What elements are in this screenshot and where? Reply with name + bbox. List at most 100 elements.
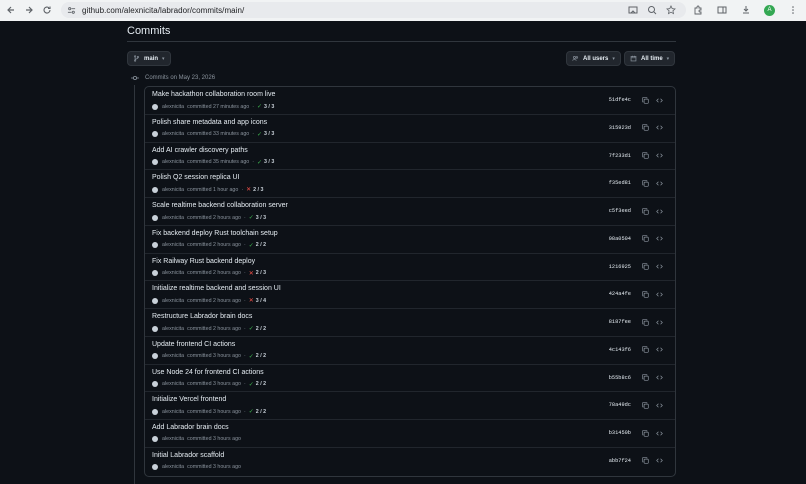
browse-code-icon[interactable] [654, 345, 664, 355]
checks-status[interactable]: ✓ 2 / 2 [249, 325, 266, 333]
author-avatar[interactable] [152, 131, 158, 138]
author-name[interactable]: alexnicita [162, 104, 184, 110]
checks-status[interactable]: ✓ 2 / 2 [249, 381, 266, 388]
commit-sha-link[interactable]: 8187fee [609, 319, 631, 325]
copy-icon[interactable] [640, 151, 650, 161]
commit-sha-link[interactable]: f35ed81 [609, 180, 631, 186]
author-name[interactable]: alexnicita [162, 409, 184, 415]
author-avatar[interactable] [152, 103, 158, 110]
side-panel-icon[interactable] [716, 3, 728, 17]
author-name[interactable]: alexnicita [162, 298, 184, 304]
commit-sha-link[interactable]: b55b8c6 [609, 375, 631, 381]
author-avatar[interactable] [152, 270, 158, 276]
copy-icon[interactable] [640, 178, 650, 188]
commit-sha-link[interactable]: 1216925 [609, 264, 631, 270]
checks-status[interactable]: ✓ 3 / 3 [257, 159, 274, 166]
author-name[interactable]: alexnicita [162, 159, 184, 165]
checks-status[interactable]: ✓ 2 / 2 [249, 408, 266, 416]
users-filter-button[interactable]: All users ▾ [566, 51, 621, 66]
checks-status[interactable]: ✓ 3 / 3 [257, 131, 274, 138]
author-avatar[interactable] [152, 463, 158, 470]
copy-icon[interactable] [640, 95, 650, 105]
checks-status[interactable]: ✕ 2 / 3 [246, 186, 263, 194]
author-name[interactable]: alexnicita [162, 242, 184, 248]
browse-code-icon[interactable] [654, 234, 664, 244]
bookmark-star-icon[interactable] [666, 4, 676, 15]
author-name[interactable]: alexnicita [162, 436, 184, 442]
commit-title-link[interactable]: Restructure Labrador brain docs [152, 313, 252, 320]
browse-code-icon[interactable] [654, 151, 664, 161]
commit-sha-link[interactable]: b31450b [609, 430, 631, 436]
browse-code-icon[interactable] [654, 373, 664, 383]
author-name[interactable]: alexnicita [162, 131, 184, 137]
commit-sha-link[interactable]: 4c143f6 [609, 347, 631, 353]
checks-status[interactable]: ✕ 3 / 4 [249, 297, 266, 305]
copy-icon[interactable] [640, 206, 650, 216]
author-avatar[interactable] [152, 353, 158, 360]
browse-code-icon[interactable] [654, 262, 664, 272]
commit-sha-link[interactable]: 51dfe4c [609, 97, 631, 103]
commit-title-link[interactable]: Initialize Vercel frontend [152, 396, 226, 403]
commit-title-link[interactable]: Add Labrador brain docs [152, 424, 229, 431]
checks-status[interactable]: ✓ 2 / 2 [249, 242, 266, 249]
copy-icon[interactable] [640, 428, 650, 438]
author-name[interactable]: alexnicita [162, 215, 184, 221]
commit-sha-link[interactable]: 08a0504 [609, 236, 631, 242]
commit-title-link[interactable]: Fix Railway Rust backend deploy [152, 258, 255, 265]
copy-icon[interactable] [640, 234, 650, 244]
author-avatar[interactable] [152, 159, 158, 165]
commit-sha-link[interactable]: 424a4fe [609, 291, 631, 297]
author-avatar[interactable] [152, 242, 158, 249]
author-avatar[interactable] [152, 408, 158, 415]
time-filter-button[interactable]: All time ▾ [624, 51, 676, 66]
copy-icon[interactable] [640, 317, 650, 327]
commit-title-link[interactable]: Fix backend deploy Rust toolchain setup [152, 230, 278, 237]
commit-title-link[interactable]: Make hackathon collaboration room live [152, 91, 275, 98]
author-name[interactable]: alexnicita [162, 381, 184, 387]
author-avatar[interactable] [152, 325, 158, 332]
commit-sha-link[interactable]: c5f3eed [609, 208, 631, 214]
reload-icon[interactable] [40, 3, 54, 17]
checks-status[interactable]: ✓ 3 / 3 [257, 103, 274, 111]
browse-code-icon[interactable] [654, 456, 664, 466]
author-avatar[interactable] [152, 186, 158, 193]
author-avatar[interactable] [152, 436, 158, 442]
author-name[interactable]: alexnicita [162, 326, 184, 332]
checks-status[interactable]: ✓ 2 / 2 [249, 353, 266, 360]
copy-icon[interactable] [640, 373, 650, 383]
browse-code-icon[interactable] [654, 206, 664, 216]
copy-icon[interactable] [640, 262, 650, 272]
address-bar[interactable]: github.com/alexnicita/labrador/commits/m… [61, 2, 686, 18]
zoom-icon[interactable] [647, 4, 657, 15]
more-menu-icon[interactable] [787, 3, 799, 17]
copy-icon[interactable] [640, 456, 650, 466]
commit-sha-link[interactable]: 315923d [609, 125, 631, 131]
commit-title-link[interactable]: Add AI crawler discovery paths [152, 147, 248, 154]
browse-code-icon[interactable] [654, 178, 664, 188]
copy-icon[interactable] [640, 289, 650, 299]
browse-code-icon[interactable] [654, 400, 664, 410]
author-name[interactable]: alexnicita [162, 187, 184, 193]
commit-sha-link[interactable]: abb7f24 [609, 458, 631, 464]
browse-code-icon[interactable] [654, 123, 664, 133]
copy-icon[interactable] [640, 123, 650, 133]
commit-sha-link[interactable]: 7f233d1 [609, 153, 631, 159]
copy-icon[interactable] [640, 400, 650, 410]
browse-code-icon[interactable] [654, 317, 664, 327]
author-name[interactable]: alexnicita [162, 270, 184, 276]
download-icon[interactable] [740, 3, 752, 17]
commit-title-link[interactable]: Update frontend CI actions [152, 341, 235, 348]
commit-title-link[interactable]: Use Node 24 for frontend CI actions [152, 369, 264, 376]
browse-code-icon[interactable] [654, 289, 664, 299]
browse-code-icon[interactable] [654, 428, 664, 438]
author-name[interactable]: alexnicita [162, 464, 184, 470]
extensions-icon[interactable] [692, 3, 704, 17]
checks-status[interactable]: ✕ 2 / 3 [249, 270, 266, 277]
branch-selector-button[interactable]: main ▾ [127, 51, 171, 66]
commit-title-link[interactable]: Polish Q2 session replica UI [152, 174, 240, 181]
author-avatar[interactable] [152, 297, 158, 304]
author-avatar[interactable] [152, 214, 158, 221]
site-settings-icon[interactable] [67, 5, 77, 15]
back-arrow-icon[interactable] [4, 3, 18, 17]
commit-title-link[interactable]: Polish share metadata and app icons [152, 119, 267, 126]
